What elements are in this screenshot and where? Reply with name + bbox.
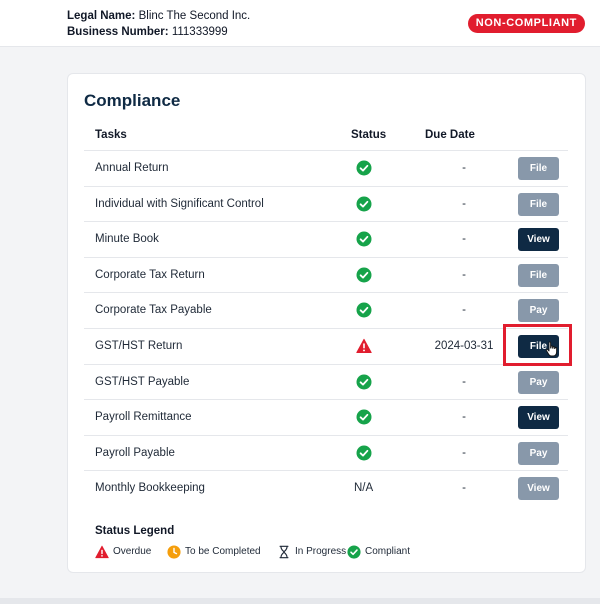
legend-label: In Progress (295, 546, 347, 557)
legend-label: Overdue (113, 546, 152, 557)
compliance-status-badge: NON-COMPLIANT (467, 14, 585, 33)
compliance-title: Compliance (84, 91, 181, 110)
pay-button[interactable]: Pay (518, 299, 559, 323)
check-icon (356, 231, 372, 247)
column-header-status: Status (351, 129, 387, 141)
pay-button[interactable]: Pay (518, 370, 559, 394)
due-date: - (462, 446, 466, 459)
column-header-due-date: Due Date (425, 129, 475, 141)
business-number-value: 111333999 (171, 26, 228, 38)
check-icon (356, 409, 372, 425)
status-text: N/A (354, 482, 374, 495)
task-name: Payroll Remittance (95, 411, 192, 424)
legal-name-label: Legal Name: (67, 10, 136, 22)
table-row: Monthly Bookkeeping N/A - View (84, 470, 568, 506)
table-header: Tasks Status Due Date (68, 129, 585, 151)
bottom-divider (0, 598, 600, 604)
due-date: - (462, 375, 466, 388)
table-row: Corporate Tax Payable - Pay (84, 292, 568, 328)
legal-name-value: Blinc The Second Inc. (138, 10, 251, 22)
file-button[interactable]: File (518, 263, 559, 287)
check-icon (356, 445, 372, 461)
task-name: GST/HST Return (95, 339, 183, 352)
highlight-box (503, 324, 572, 366)
check-icon (356, 160, 372, 176)
check-icon (356, 374, 372, 390)
business-number: Business Number: 111333999 (67, 26, 228, 38)
table-row: Corporate Tax Return - File (84, 256, 568, 293)
task-name: Monthly Bookkeeping (95, 482, 205, 495)
company-header: Legal Name: Blinc The Second Inc. Busine… (0, 0, 600, 47)
check-icon (356, 196, 372, 212)
table-row: Minute Book - View (84, 221, 568, 257)
due-date: - (462, 304, 466, 317)
task-name: Corporate Tax Payable (95, 304, 212, 317)
table-row: GST/HST Return 2024-03-31 File (84, 327, 568, 364)
warning-icon (356, 338, 372, 354)
due-date: - (462, 268, 466, 281)
table-row: Payroll Payable - Pay (84, 434, 568, 471)
table-row: GST/HST Payable - Pay (84, 363, 568, 400)
legend-title: Status Legend (95, 525, 175, 537)
compliance-table: Annual Return - File Individual with Signif… (84, 150, 568, 506)
legal-name: Legal Name: Blinc The Second Inc. (67, 10, 250, 22)
pay-button[interactable]: Pay (518, 441, 559, 465)
legend-label: To be Completed (185, 546, 261, 557)
file-button[interactable]: File (518, 157, 559, 180)
legend-label: Compliant (365, 546, 411, 557)
check-icon (356, 267, 372, 283)
view-button[interactable]: View (518, 477, 559, 501)
due-date: - (462, 482, 466, 495)
compliance-card: Compliance Tasks Status Due Date Annual … (67, 73, 586, 573)
due-date: - (462, 411, 466, 424)
task-name: Minute Book (95, 233, 159, 246)
task-name: Corporate Tax Return (95, 268, 205, 281)
view-button[interactable]: View (518, 406, 559, 430)
view-button[interactable]: View (518, 228, 559, 252)
task-name: Payroll Payable (95, 446, 175, 459)
due-date: - (462, 162, 466, 174)
file-button[interactable]: File (518, 192, 559, 216)
table-row: Payroll Remittance - View (84, 399, 568, 435)
check-icon (356, 302, 372, 318)
table-row: Individual with Significant Control - File (84, 185, 568, 222)
hand-cursor-icon (545, 341, 558, 357)
due-date: - (462, 197, 466, 210)
due-date: - (462, 233, 466, 246)
table-row: Annual Return - File (84, 150, 568, 186)
task-name: Individual with Significant Control (95, 197, 264, 210)
task-name: Annual Return (95, 162, 169, 174)
task-name: GST/HST Payable (95, 375, 190, 388)
business-number-label: Business Number: (67, 26, 169, 38)
column-header-tasks: Tasks (95, 129, 127, 141)
